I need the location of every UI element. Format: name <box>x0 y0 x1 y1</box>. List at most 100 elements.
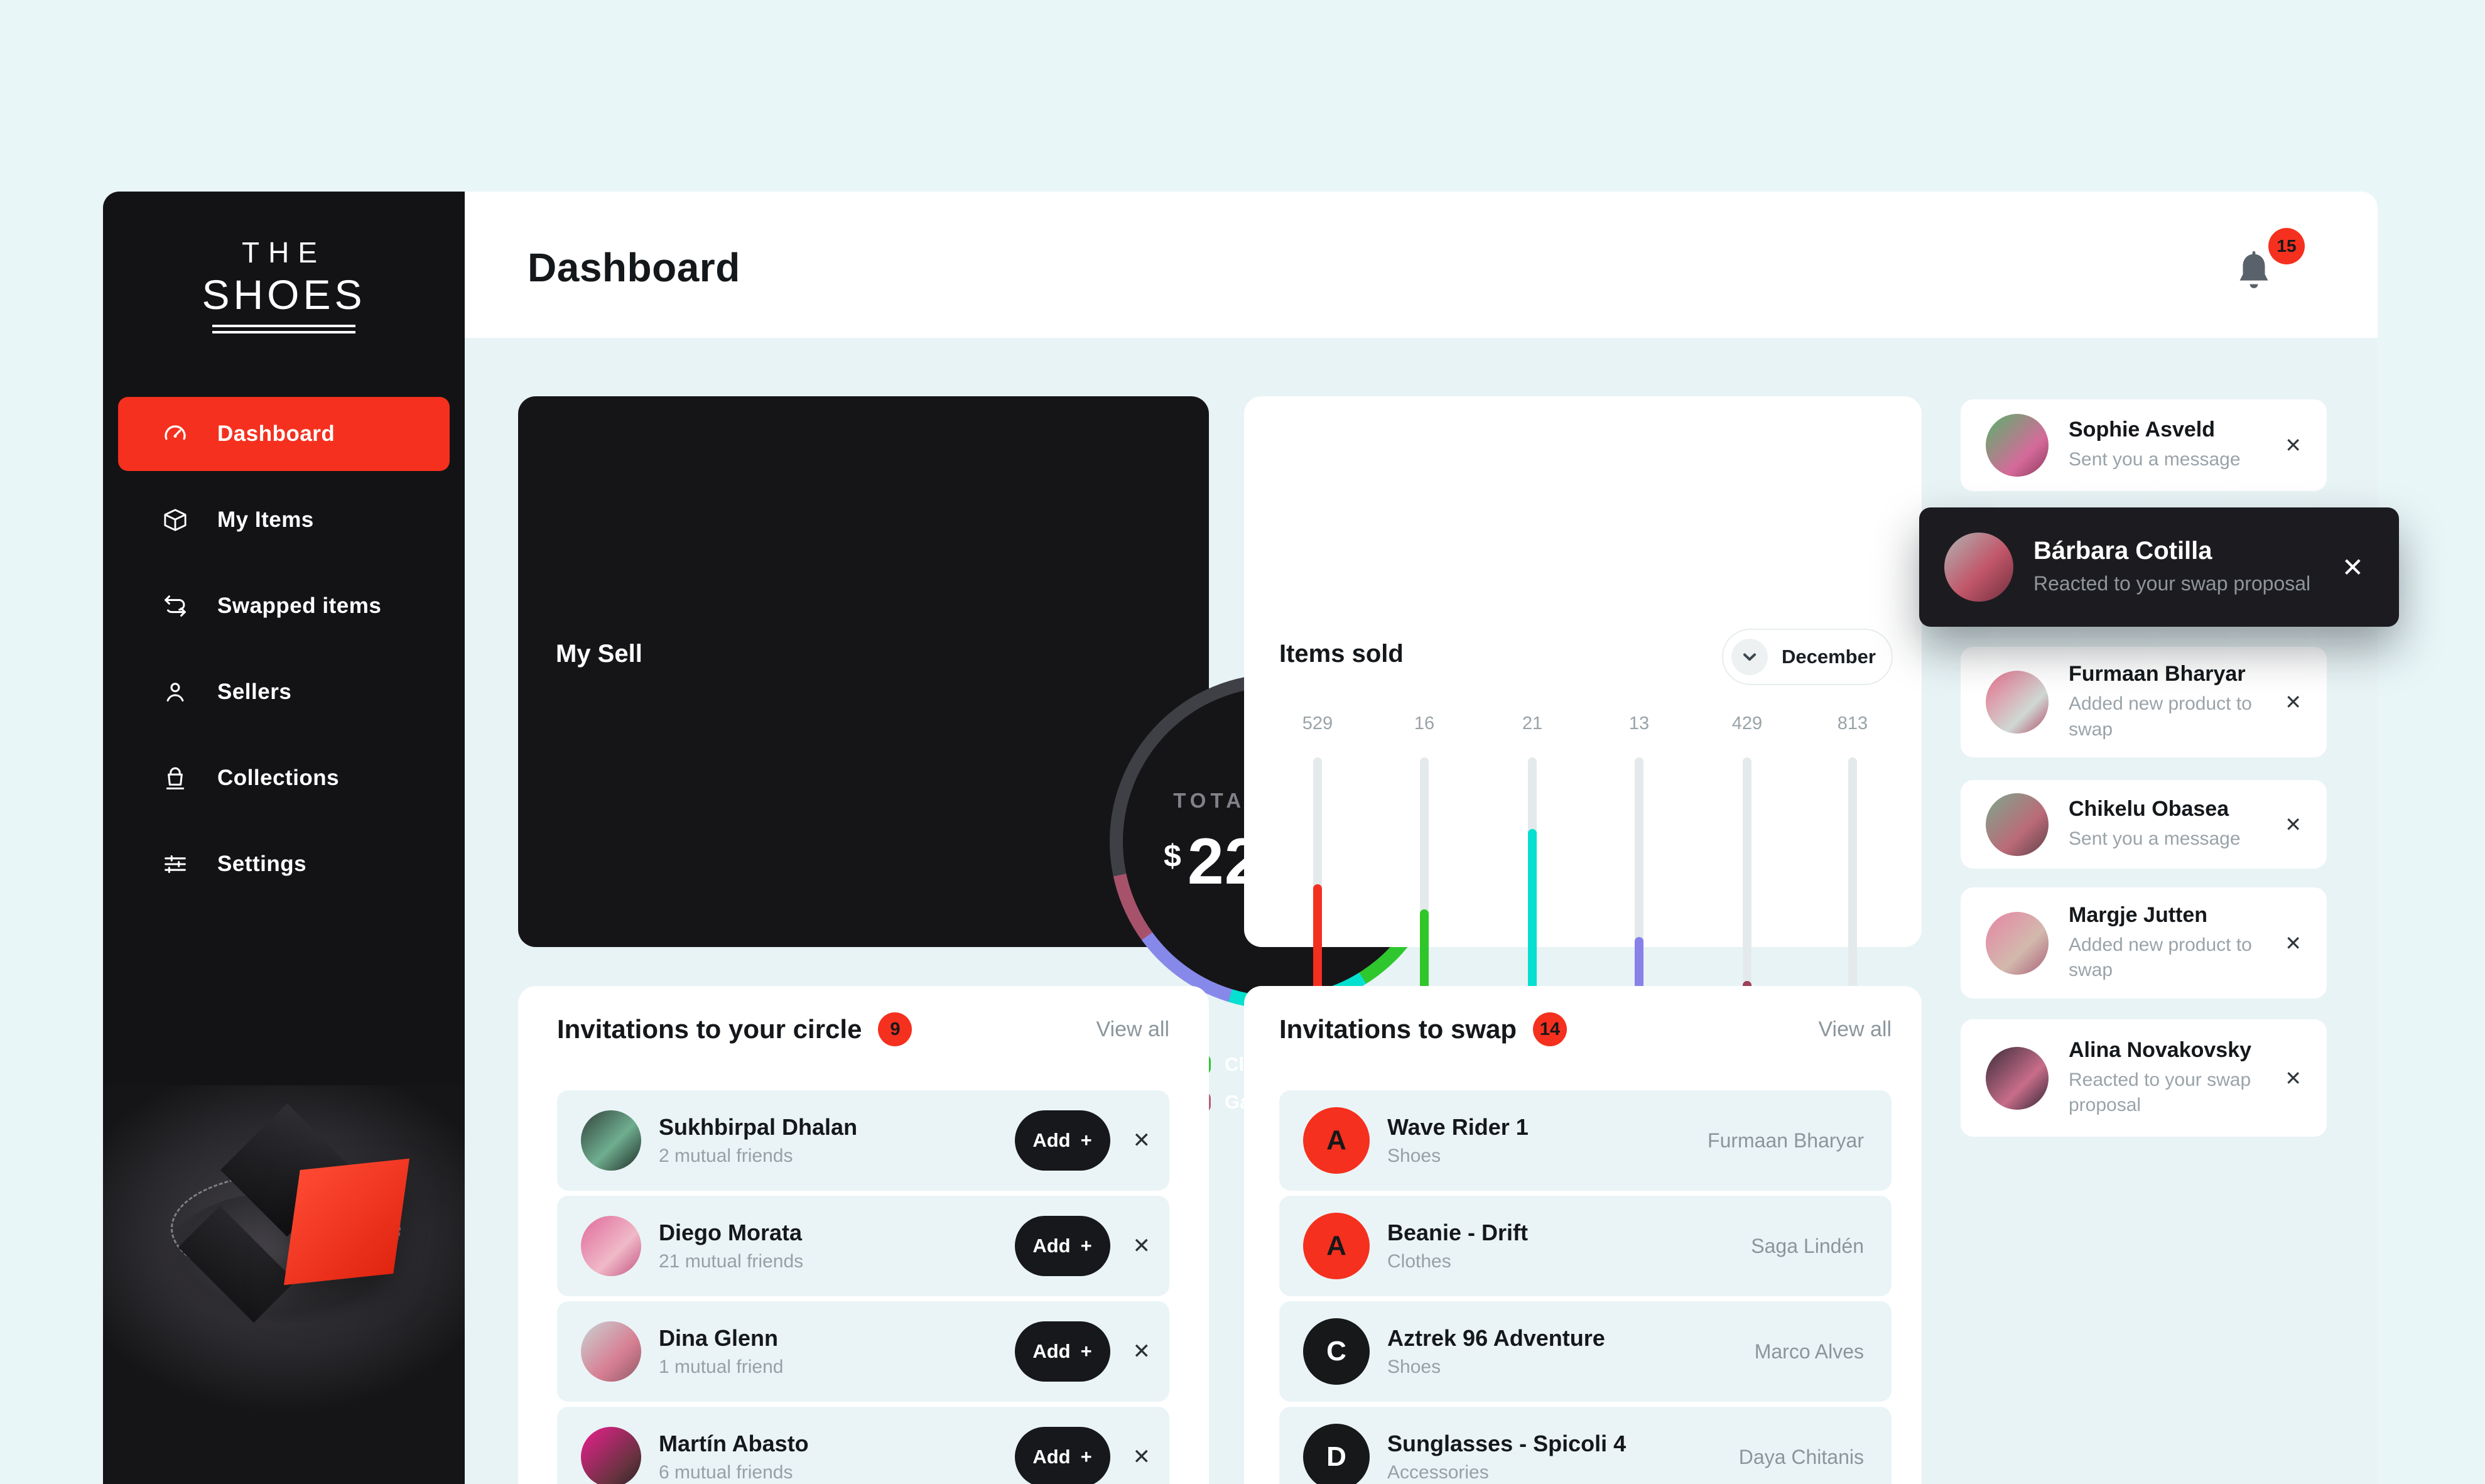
sidebar-item-sellers[interactable]: Sellers <box>118 655 450 729</box>
close-icon[interactable]: ✕ <box>2285 1066 2302 1090</box>
bar-top-value: 13 <box>1583 713 1696 734</box>
add-button[interactable]: Add+ <box>1015 1321 1110 1382</box>
mutual-friends: 21 mutual friends <box>659 1251 803 1272</box>
bar-books: 13 4 Books <box>1583 396 1696 947</box>
close-icon[interactable]: ✕ <box>1133 1233 1151 1259</box>
swap-person-name: Saga Lindén <box>1751 1235 1873 1258</box>
notification-toast[interactable]: Bárbara Cotilla Reacted to your swap pro… <box>1919 507 2399 627</box>
avatar <box>1986 793 2049 856</box>
currency-symbol: $ <box>1164 838 1181 874</box>
add-button[interactable]: Add+ <box>1015 1216 1110 1276</box>
product-initial-badge: C <box>1303 1318 1370 1385</box>
notification-card: Sophie Asveld Sent you a message ✕ <box>1961 399 2327 491</box>
logo-line-2: SHOES <box>103 271 465 318</box>
notification-card: Alina Novakovsky Reacted to your swap pr… <box>1961 1019 2327 1137</box>
page-title: Dashboard <box>528 244 740 291</box>
swap-row: A Wave Rider 1 Shoes Furmaan Bharyar <box>1279 1090 1892 1191</box>
close-icon[interactable]: ✕ <box>1133 1444 1151 1470</box>
mutual-friends: 2 mutual friends <box>659 1145 857 1167</box>
avatar <box>1986 912 2049 975</box>
product-category: Accessories <box>1387 1462 1626 1483</box>
my-sell-title: My Sell <box>556 640 642 668</box>
person-icon <box>161 678 190 707</box>
invitations-circle-card: Invitations to your circle 9 View all Su… <box>518 986 1209 1484</box>
notification-name: Alina Novakovsky <box>2069 1038 2276 1063</box>
person-name: Martín Abasto <box>659 1431 809 1457</box>
sidebar-item-swapped-items[interactable]: Swapped items <box>118 569 450 643</box>
avatar <box>581 1427 641 1484</box>
product-initial-badge: A <box>1303 1107 1370 1174</box>
upgrade-panel: Upgrade to Pro <box>103 1085 465 1484</box>
bar-top-value: 429 <box>1691 713 1804 734</box>
notification-message: Reacted to your swap proposal <box>2069 1068 2276 1118</box>
swap-row: D Sunglasses - Spicoli 4 Accessories Day… <box>1279 1407 1892 1484</box>
close-icon[interactable]: ✕ <box>1133 1128 1151 1153</box>
swap-person-name: Marco Alves <box>1755 1340 1873 1363</box>
notification-message: Added new product to swap <box>2069 933 2276 983</box>
bar-top-value: 16 <box>1368 713 1481 734</box>
avatar <box>1986 1047 2049 1110</box>
close-icon[interactable]: ✕ <box>2285 813 2302 837</box>
app-window: THE SHOES Dashboard <box>103 192 2378 1484</box>
toast-message: Reacted to your swap proposal <box>2033 570 2310 597</box>
sidebar-item-settings[interactable]: Settings <box>118 827 450 901</box>
close-icon[interactable]: ✕ <box>2342 552 2364 583</box>
notification-card: Margje Jutten Added new product to swap … <box>1961 887 2327 999</box>
notification-name: Sophie Asveld <box>2069 418 2241 442</box>
close-icon[interactable]: ✕ <box>2285 931 2302 955</box>
logo-underline <box>212 325 355 327</box>
invitations-swap-title: Invitations to swap <box>1279 1014 1517 1044</box>
invitations-swap-list: A Wave Rider 1 Shoes Furmaan Bharyar A B… <box>1279 1090 1892 1484</box>
sidebar-item-label: Dashboard <box>217 421 335 447</box>
product-initial-badge: A <box>1303 1213 1370 1279</box>
invitations-circle-header: Invitations to your circle 9 View all <box>557 1012 1169 1046</box>
avatar <box>581 1110 641 1171</box>
add-button[interactable]: Add+ <box>1015 1427 1110 1484</box>
invitations-circle-title: Invitations to your circle <box>557 1014 862 1044</box>
bar-top-value: 529 <box>1261 713 1374 734</box>
product-category: Shoes <box>1387 1145 1529 1167</box>
close-icon[interactable]: ✕ <box>2285 433 2302 457</box>
gauge-icon <box>161 420 190 448</box>
box-icon <box>161 506 190 534</box>
notification-bell-icon[interactable] <box>2232 249 2276 297</box>
avatar <box>1986 671 2049 734</box>
person-name: Sukhbirpal Dhalan <box>659 1114 857 1140</box>
view-all-link[interactable]: View all <box>1818 1017 1892 1042</box>
add-button[interactable]: Add+ <box>1015 1110 1110 1171</box>
items-sold-card: Items sold December 529 319 Shoes 16 7 C… <box>1244 396 1922 947</box>
notification-name: Furmaan Bharyar <box>2069 662 2276 686</box>
person-name: Diego Morata <box>659 1220 803 1246</box>
swap-person-name: Daya Chitanis <box>1739 1446 1873 1469</box>
sidebar-item-label: My Items <box>217 507 314 533</box>
bar-accessories: 21 16 Accessories <box>1476 396 1589 947</box>
product-name: Aztrek 96 Adventure <box>1387 1325 1605 1351</box>
sidebar-item-dashboard[interactable]: Dashboard <box>118 397 450 471</box>
notification-message: Sent you a message <box>2069 826 2241 852</box>
circle-row: Diego Morata 21 mutual friends Add+ ✕ <box>557 1196 1169 1296</box>
invitations-circle-list: Sukhbirpal Dhalan 2 mutual friends Add+ … <box>557 1090 1169 1484</box>
sidebar-item-collections[interactable]: Collections <box>118 741 450 815</box>
product-category: Shoes <box>1387 1357 1605 1378</box>
invitations-swap-badge: 14 <box>1533 1012 1567 1046</box>
add-label: Add <box>1032 1446 1070 1468</box>
view-all-link[interactable]: View all <box>1096 1017 1169 1042</box>
notification-count-badge: 15 <box>2268 228 2305 264</box>
page: THE SHOES Dashboard <box>0 0 2485 1484</box>
person-name: Dina Glenn <box>659 1325 783 1351</box>
sidebar-item-label: Sellers <box>217 680 291 705</box>
product-name: Sunglasses - Spicoli 4 <box>1387 1431 1626 1457</box>
logo-line-1: THE <box>103 236 465 269</box>
close-icon[interactable]: ✕ <box>1133 1339 1151 1364</box>
swap-person-name: Furmaan Bharyar <box>1708 1129 1873 1152</box>
sidebar-item-label: Settings <box>217 852 306 877</box>
invitations-swap-card: Invitations to swap 14 View all A Wave R… <box>1244 986 1922 1484</box>
close-icon[interactable]: ✕ <box>2285 690 2302 714</box>
notification-card: Chikelu Obasea Sent you a message ✕ <box>1961 780 2327 869</box>
avatar <box>1986 414 2049 477</box>
bar-clothing: 16 7 Clothing <box>1368 396 1481 947</box>
product-initial-badge: D <box>1303 1424 1370 1484</box>
avatar <box>581 1216 641 1276</box>
header <box>465 192 2378 338</box>
sidebar-item-my-items[interactable]: My Items <box>118 483 450 557</box>
